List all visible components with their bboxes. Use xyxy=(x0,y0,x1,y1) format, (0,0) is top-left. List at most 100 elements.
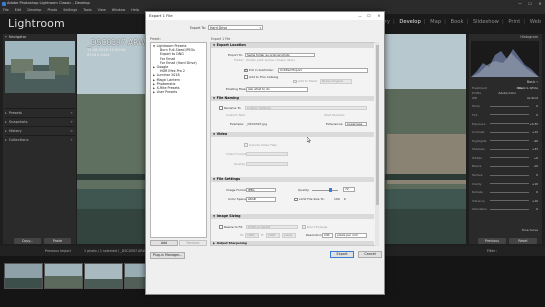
profile-select[interactable]: Adobe Color xyxy=(498,91,516,95)
existing-files-select[interactable]: Ask what to do xyxy=(246,87,308,92)
include-video-checkbox[interactable] xyxy=(244,143,248,147)
collections-panel-header[interactable]: ▸ Collections + xyxy=(5,135,75,144)
module-web[interactable]: Web xyxy=(530,19,541,25)
module-map[interactable]: Map xyxy=(430,19,441,25)
histogram-header[interactable]: Histogram xyxy=(472,35,538,39)
limit-size-checkbox[interactable] xyxy=(294,197,298,201)
size-unit-select[interactable]: pixels xyxy=(282,233,296,238)
quality-slider-knob[interactable] xyxy=(329,187,332,192)
height-input[interactable]: 1000 xyxy=(266,233,280,238)
menu-window[interactable]: Window xyxy=(112,8,125,12)
slider-track[interactable] xyxy=(490,208,529,210)
add-preset-button[interactable]: Add xyxy=(150,240,178,246)
file-settings-header[interactable]: ▼ File Settings xyxy=(211,177,374,182)
copy-settings-button[interactable]: Copy... xyxy=(14,238,41,244)
triangle-right-icon[interactable]: ▶ xyxy=(153,90,155,94)
menu-file[interactable]: File xyxy=(3,8,9,12)
video-format-select[interactable] xyxy=(246,151,288,156)
add-stack-checkbox[interactable] xyxy=(293,79,297,83)
minimize-button[interactable]: — xyxy=(515,0,525,7)
filmstrip-filter-label[interactable]: Filter : xyxy=(487,246,497,256)
export-button[interactable]: Export xyxy=(330,251,354,258)
tone-curve-header[interactable]: Tone Curve xyxy=(472,228,538,232)
paste-settings-button[interactable]: Paste xyxy=(44,238,71,244)
slider-value[interactable]: 0 xyxy=(536,190,538,194)
reset-button[interactable]: Reset xyxy=(509,238,537,244)
slider-track[interactable] xyxy=(490,183,529,184)
basic-panel-header[interactable]: Basic ▾ xyxy=(472,80,538,85)
snapshots-panel-header[interactable]: ▸ Snapshots + xyxy=(5,117,75,126)
export-location-header[interactable]: ▼ Export Location xyxy=(211,43,374,48)
slider-value[interactable]: 0 xyxy=(536,104,538,108)
slider-track[interactable] xyxy=(490,114,529,115)
slider-track[interactable] xyxy=(490,131,529,133)
settings-scrollbar-thumb[interactable] xyxy=(375,45,379,205)
preset-item[interactable]: ▶ User Presets xyxy=(153,90,177,94)
module-slideshow[interactable]: Slideshow xyxy=(473,19,499,25)
resize-checkbox[interactable] xyxy=(219,225,223,229)
location-export-to-select[interactable]: Same folder as original photo xyxy=(245,52,315,57)
slider-value[interactable]: 0 xyxy=(536,207,538,211)
rename-select[interactable]: Custom Settings xyxy=(245,105,367,110)
module-develop[interactable]: Develop xyxy=(399,19,420,25)
menu-view[interactable]: View xyxy=(98,8,106,12)
add-catalog-checkbox[interactable] xyxy=(244,75,248,79)
resolution-unit-select[interactable]: pixels per inch xyxy=(335,233,367,238)
quality-input[interactable]: 72 xyxy=(343,187,355,192)
image-format-select[interactable]: JPEG xyxy=(246,187,276,192)
previous-button[interactable]: Previous xyxy=(478,238,506,244)
remove-preset-button[interactable]: Remove xyxy=(179,240,207,246)
slider-track[interactable] xyxy=(490,140,529,141)
slider-track[interactable] xyxy=(490,123,529,124)
module-book[interactable]: Book xyxy=(451,19,464,25)
filmstrip-thumbnail[interactable] xyxy=(84,263,123,289)
slider-track[interactable] xyxy=(490,148,529,150)
stack-position-select[interactable]: Below Original xyxy=(320,79,352,84)
slider-value[interactable]: -46 xyxy=(533,139,538,143)
slider-value[interactable]: +12 xyxy=(532,130,538,134)
extensions-select[interactable]: Lowercase xyxy=(345,121,367,126)
output-sharpening-header[interactable]: ▶ Output Sharpening xyxy=(211,241,374,245)
subfolder-checkbox[interactable] xyxy=(244,68,248,72)
wb-select[interactable]: As Shot xyxy=(527,96,538,100)
presets-panel-header[interactable]: ▸ Presets + xyxy=(5,108,75,117)
filmstrip-thumbnail[interactable] xyxy=(44,263,83,289)
dialog-close-button[interactable]: ✕ xyxy=(375,12,383,20)
triangle-right-icon[interactable]: ▶ xyxy=(153,65,155,69)
dialog-maximize-button[interactable]: ☐ xyxy=(365,12,373,20)
menu-photo[interactable]: Photo xyxy=(47,8,57,12)
quality-slider-track[interactable] xyxy=(312,189,338,191)
treatment-bw[interactable]: Black & White xyxy=(518,86,538,90)
slider-track[interactable] xyxy=(490,191,529,193)
slider-track[interactable] xyxy=(490,157,529,158)
slider-track[interactable] xyxy=(490,174,529,176)
cancel-button[interactable]: Cancel xyxy=(358,251,382,258)
slider-value[interactable]: 0 xyxy=(536,113,538,117)
color-space-select[interactable]: sRGB xyxy=(246,197,276,202)
history-panel-header[interactable]: ▸ History × xyxy=(5,126,75,135)
export-to-select[interactable]: Hard Drive ▾ xyxy=(208,24,263,30)
triangle-down-icon[interactable]: ▼ xyxy=(153,44,155,48)
resize-mode-select[interactable]: Width & Height xyxy=(246,224,298,229)
menu-help[interactable]: Help xyxy=(131,8,139,12)
slider-value[interactable]: +6 xyxy=(534,156,538,160)
video-header[interactable]: ▼ Video xyxy=(211,132,374,137)
file-naming-header[interactable]: ▼ File Naming xyxy=(211,96,374,101)
slider-track[interactable] xyxy=(490,105,529,107)
slider-value[interactable]: +0.35 xyxy=(529,122,538,126)
enlarge-checkbox[interactable] xyxy=(302,225,306,229)
image-sizing-header[interactable]: ▼ Image Sizing xyxy=(211,214,374,219)
menu-settings[interactable]: Settings xyxy=(63,8,77,12)
filmstrip-source[interactable]: Previous Import xyxy=(45,246,71,256)
dialog-minimize-button[interactable]: — xyxy=(356,12,364,20)
resolution-input[interactable]: 240 xyxy=(322,233,333,238)
slider-value[interactable]: +10 xyxy=(532,182,538,186)
plus-icon[interactable]: + xyxy=(70,136,73,145)
slider-value[interactable]: +33 xyxy=(532,147,538,151)
limit-size-value[interactable]: 100 xyxy=(334,197,340,201)
slider-value[interactable]: +10 xyxy=(532,199,538,203)
menu-edit[interactable]: Edit xyxy=(15,8,22,12)
width-input[interactable]: 1000 xyxy=(245,233,259,238)
slider-value[interactable]: -10 xyxy=(533,164,538,168)
module-print[interactable]: Print xyxy=(508,19,520,25)
